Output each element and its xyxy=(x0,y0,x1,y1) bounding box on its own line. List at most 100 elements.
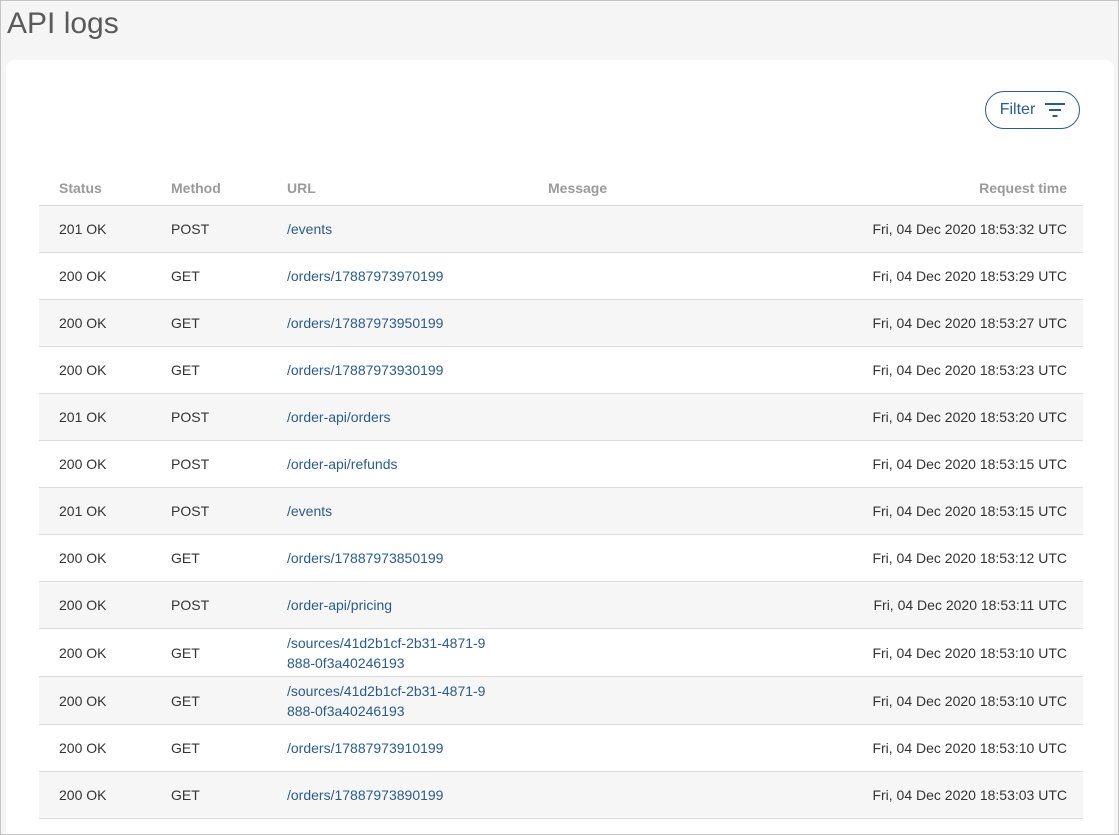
request-time-cell: Fri, 04 Dec 2020 18:53:15 UTC xyxy=(748,440,1083,488)
url-link[interactable]: /orders/17887973850199 xyxy=(287,548,443,568)
filter-list-icon xyxy=(1045,103,1066,117)
status-cell: 200 OK xyxy=(39,724,171,772)
api-logs-table: Status Method URL Message Request time 2… xyxy=(39,170,1083,819)
column-header-url[interactable]: URL xyxy=(287,170,548,206)
table-row[interactable]: 200 OK POST/order-api/refunds Fri, 04 Dec … xyxy=(39,440,1083,488)
url-cell: /sources/41d2b1cf-2b31-4871-9888-0f3a402… xyxy=(287,628,548,677)
message-cell xyxy=(548,299,748,347)
status-cell: 201 OK xyxy=(39,205,171,253)
url-cell: /orders/17887973910199 xyxy=(287,724,548,772)
url-cell: /events xyxy=(287,487,548,535)
status-cell: 200 OK xyxy=(39,252,171,300)
table-row[interactable]: 200 OK GET/orders/17887973970199 Fri, 04 D… xyxy=(39,252,1083,300)
table-row[interactable]: 200 OK GET/orders/17887973950199 Fri, 04 D… xyxy=(39,299,1083,347)
request-time-cell: Fri, 04 Dec 2020 18:53:15 UTC xyxy=(748,487,1083,535)
url-link[interactable]: /orders/17887973890199 xyxy=(287,785,443,805)
url-link[interactable]: /orders/17887973950199 xyxy=(287,313,443,333)
url-link[interactable]: /order-api/refunds xyxy=(287,454,398,474)
request-time-cell: Fri, 04 Dec 2020 18:53:20 UTC xyxy=(748,393,1083,441)
table-row[interactable]: 200 OK GET/orders/17887973910199 Fri, 04 D… xyxy=(39,724,1083,772)
message-cell xyxy=(548,628,748,677)
url-cell: /events xyxy=(287,205,548,253)
method-cell: POST xyxy=(171,393,287,441)
method-cell: GET xyxy=(171,676,287,725)
message-cell xyxy=(548,771,748,819)
column-header-status[interactable]: Status xyxy=(39,170,171,206)
table-row[interactable]: 200 OK GET/sources/41d2b1cf-2b31-4871-988… xyxy=(39,676,1083,725)
url-cell: /orders/17887973930199 xyxy=(287,346,548,394)
message-cell xyxy=(548,205,748,253)
status-cell: 200 OK xyxy=(39,676,171,725)
url-link[interactable]: /sources/41d2b1cf-2b31-4871-9888-0f3a402… xyxy=(287,633,487,673)
status-cell: 200 OK xyxy=(39,346,171,394)
message-cell xyxy=(548,393,748,441)
message-cell xyxy=(548,581,748,629)
app-frame: API logs Filter Status Method URL Messag… xyxy=(0,0,1119,835)
status-cell: 200 OK xyxy=(39,440,171,488)
status-cell: 200 OK xyxy=(39,534,171,582)
status-cell: 200 OK xyxy=(39,628,171,677)
table-row[interactable]: 200 OK POST/order-api/pricing Fri, 04 Dec … xyxy=(39,581,1083,629)
request-time-cell: Fri, 04 Dec 2020 18:53:32 UTC xyxy=(748,205,1083,253)
request-time-cell: Fri, 04 Dec 2020 18:53:10 UTC xyxy=(748,628,1083,677)
message-cell xyxy=(548,440,748,488)
table-body: 201 OK POST/events Fri, 04 Dec 2020 18:53:… xyxy=(39,205,1083,819)
table-row[interactable]: 201 OK POST/order-api/orders Fri, 04 Dec 2… xyxy=(39,393,1083,441)
filter-button-label: Filter xyxy=(999,101,1036,118)
url-link[interactable]: /order-api/orders xyxy=(287,407,391,427)
message-cell xyxy=(548,724,748,772)
status-cell: 200 OK xyxy=(39,771,171,819)
method-cell: GET xyxy=(171,534,287,582)
method-cell: GET xyxy=(171,724,287,772)
request-time-cell: Fri, 04 Dec 2020 18:53:12 UTC xyxy=(748,534,1083,582)
table-row[interactable]: 201 OK POST/events Fri, 04 Dec 2020 18:53:… xyxy=(39,205,1083,253)
method-cell: GET xyxy=(171,771,287,819)
table-header-row: Status Method URL Message Request time xyxy=(39,170,1083,206)
request-time-cell: Fri, 04 Dec 2020 18:53:23 UTC xyxy=(748,346,1083,394)
url-cell: /sources/41d2b1cf-2b31-4871-9888-0f3a402… xyxy=(287,676,548,725)
status-cell: 201 OK xyxy=(39,487,171,535)
method-cell: POST xyxy=(171,487,287,535)
method-cell: GET xyxy=(171,252,287,300)
request-time-cell: Fri, 04 Dec 2020 18:53:11 UTC xyxy=(748,581,1083,629)
table-row[interactable]: 200 OK GET/sources/41d2b1cf-2b31-4871-988… xyxy=(39,628,1083,677)
url-link[interactable]: /events xyxy=(287,219,332,239)
logs-card: Filter Status Method URL Message Request… xyxy=(6,60,1114,834)
request-time-cell: Fri, 04 Dec 2020 18:53:10 UTC xyxy=(748,676,1083,725)
filter-button[interactable]: Filter xyxy=(985,91,1080,129)
message-cell xyxy=(548,252,748,300)
table-row[interactable]: 200 OK GET/orders/17887973850199 Fri, 04 D… xyxy=(39,534,1083,582)
request-time-cell: Fri, 04 Dec 2020 18:53:29 UTC xyxy=(748,252,1083,300)
url-cell: /orders/17887973970199 xyxy=(287,252,548,300)
message-cell xyxy=(548,346,748,394)
method-cell: POST xyxy=(171,581,287,629)
method-cell: POST xyxy=(171,205,287,253)
url-cell: /orders/17887973890199 xyxy=(287,771,548,819)
status-cell: 200 OK xyxy=(39,299,171,347)
url-link[interactable]: /orders/17887973970199 xyxy=(287,266,443,286)
url-link[interactable]: /orders/17887973930199 xyxy=(287,360,443,380)
table-row[interactable]: 200 OK GET/orders/17887973890199 Fri, 04 D… xyxy=(39,771,1083,819)
url-link[interactable]: /events xyxy=(287,501,332,521)
url-link[interactable]: /sources/41d2b1cf-2b31-4871-9888-0f3a402… xyxy=(287,681,487,721)
method-cell: POST xyxy=(171,440,287,488)
column-header-request-time[interactable]: Request time xyxy=(748,170,1083,206)
column-header-method[interactable]: Method xyxy=(171,170,287,206)
url-cell: /orders/17887973850199 xyxy=(287,534,548,582)
url-link[interactable]: /orders/17887973910199 xyxy=(287,738,443,758)
table-row[interactable]: 200 OK GET/orders/17887973930199 Fri, 04 D… xyxy=(39,346,1083,394)
request-time-cell: Fri, 04 Dec 2020 18:53:03 UTC xyxy=(748,771,1083,819)
column-header-message[interactable]: Message xyxy=(548,170,748,206)
url-cell: /order-api/orders xyxy=(287,393,548,441)
url-cell: /orders/17887973950199 xyxy=(287,299,548,347)
url-link[interactable]: /order-api/pricing xyxy=(287,595,392,615)
status-cell: 201 OK xyxy=(39,393,171,441)
url-cell: /order-api/refunds xyxy=(287,440,548,488)
method-cell: GET xyxy=(171,299,287,347)
request-time-cell: Fri, 04 Dec 2020 18:53:27 UTC xyxy=(748,299,1083,347)
message-cell xyxy=(548,487,748,535)
method-cell: GET xyxy=(171,628,287,677)
table-row[interactable]: 201 OK POST/events Fri, 04 Dec 2020 18:53:… xyxy=(39,487,1083,535)
method-cell: GET xyxy=(171,346,287,394)
message-cell xyxy=(548,534,748,582)
